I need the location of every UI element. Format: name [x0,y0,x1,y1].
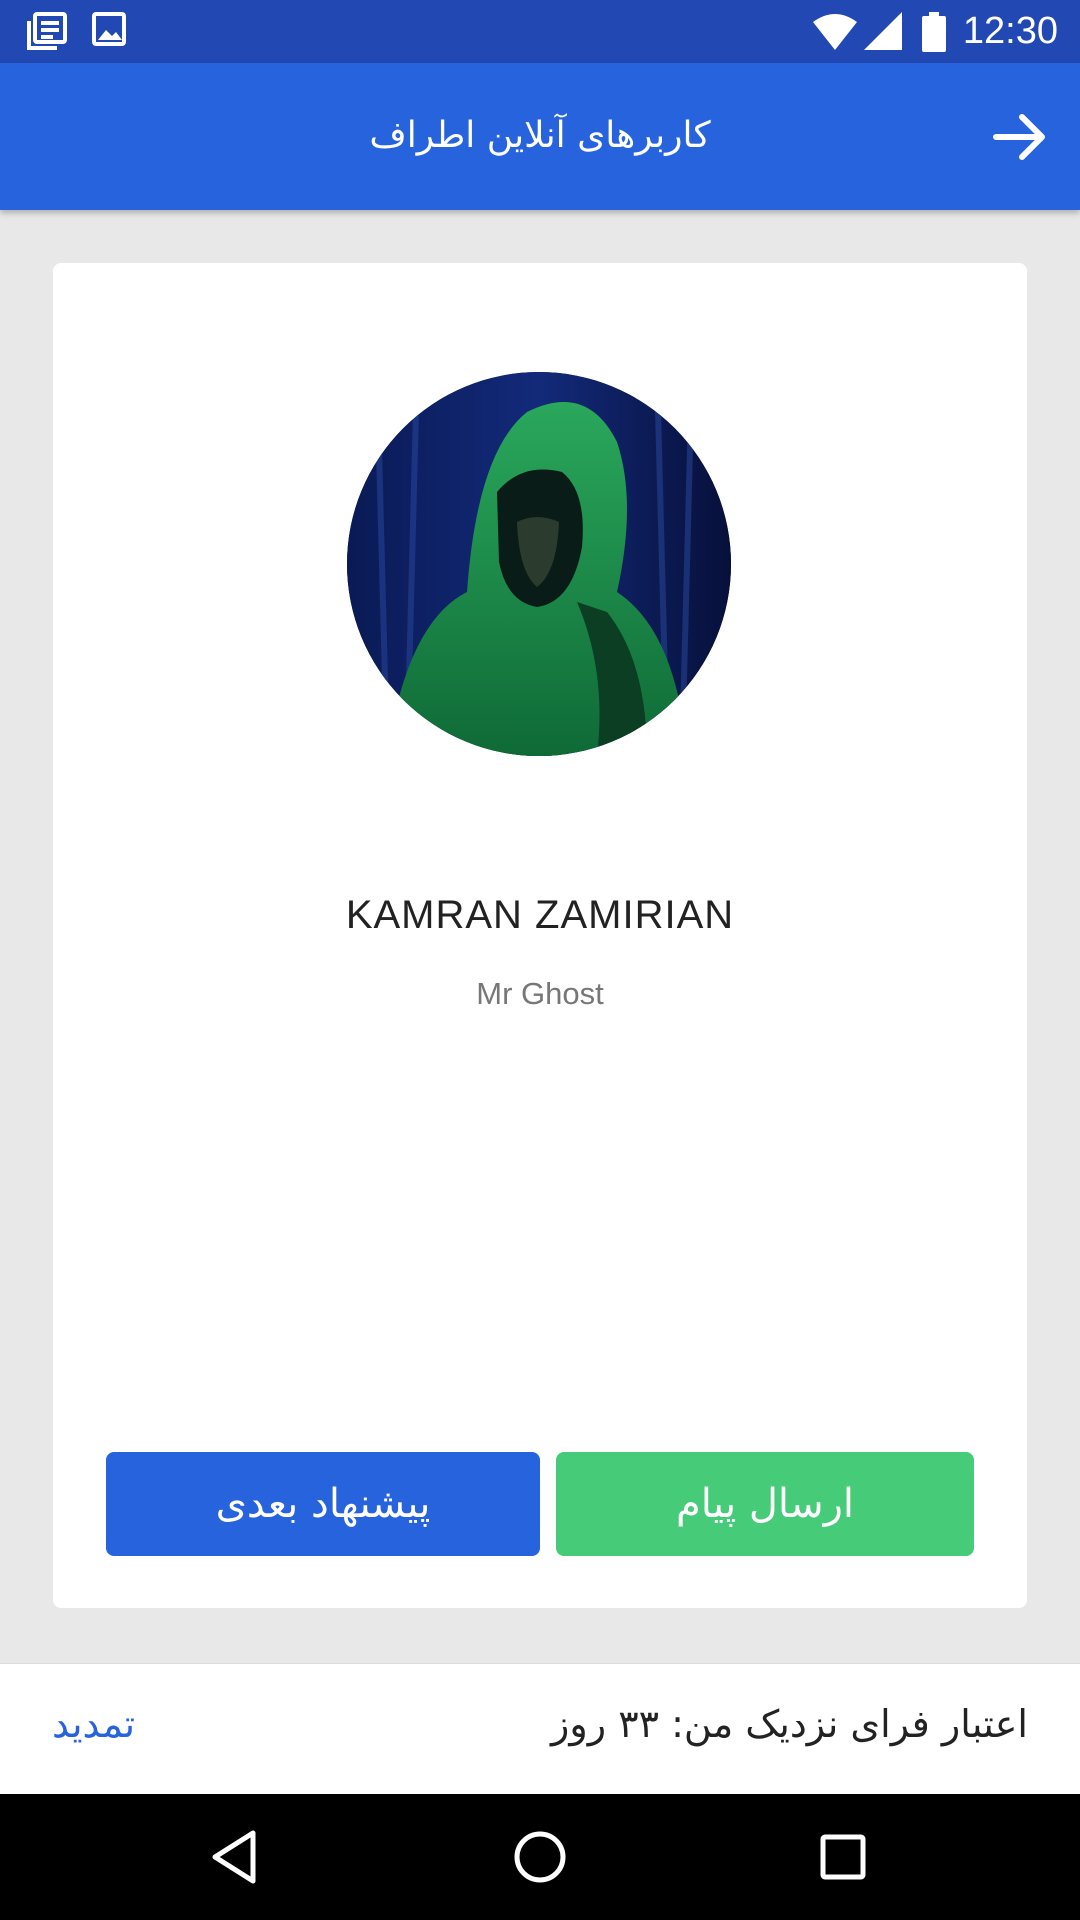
status-bar: 12:30 [0,0,1080,63]
arrow-right-icon[interactable] [990,107,1050,167]
signal-icon [864,12,902,50]
wifi-icon [813,14,857,50]
renew-link[interactable]: تمدید [52,1702,135,1746]
send-message-button[interactable]: ارسال پیام [556,1452,974,1556]
news-icon [27,12,67,50]
navigation-bar [0,1794,1080,1920]
credit-text: اعتبار فرای نزدیک من: ۳۳ روز [551,1702,1028,1746]
app-bar: کاربرهای آنلاین اطراف [0,63,1080,210]
avatar[interactable] [347,372,731,756]
home-circle-icon[interactable] [510,1827,570,1887]
page-title: کاربرهای آنلاین اطراف [369,115,711,156]
status-time: 12:30 [962,10,1058,52]
profile-subtitle: Mr Ghost [476,976,604,1011]
profile-name: KAMRAN ZAMIRIAN [345,893,735,937]
back-triangle-icon[interactable] [205,1827,265,1887]
recents-square-icon[interactable] [813,1827,873,1887]
next-suggestion-button[interactable]: پیشنهاد بعدی [106,1452,540,1556]
avatar-image [347,372,731,756]
battery-icon [922,12,946,52]
credit-bar: تمدید اعتبار فرای نزدیک من: ۳۳ روز [0,1663,1080,1795]
image-icon [92,12,126,46]
profile-card: KAMRAN ZAMIRIAN Mr Ghost پیشنهاد بعدی ار… [53,263,1027,1608]
